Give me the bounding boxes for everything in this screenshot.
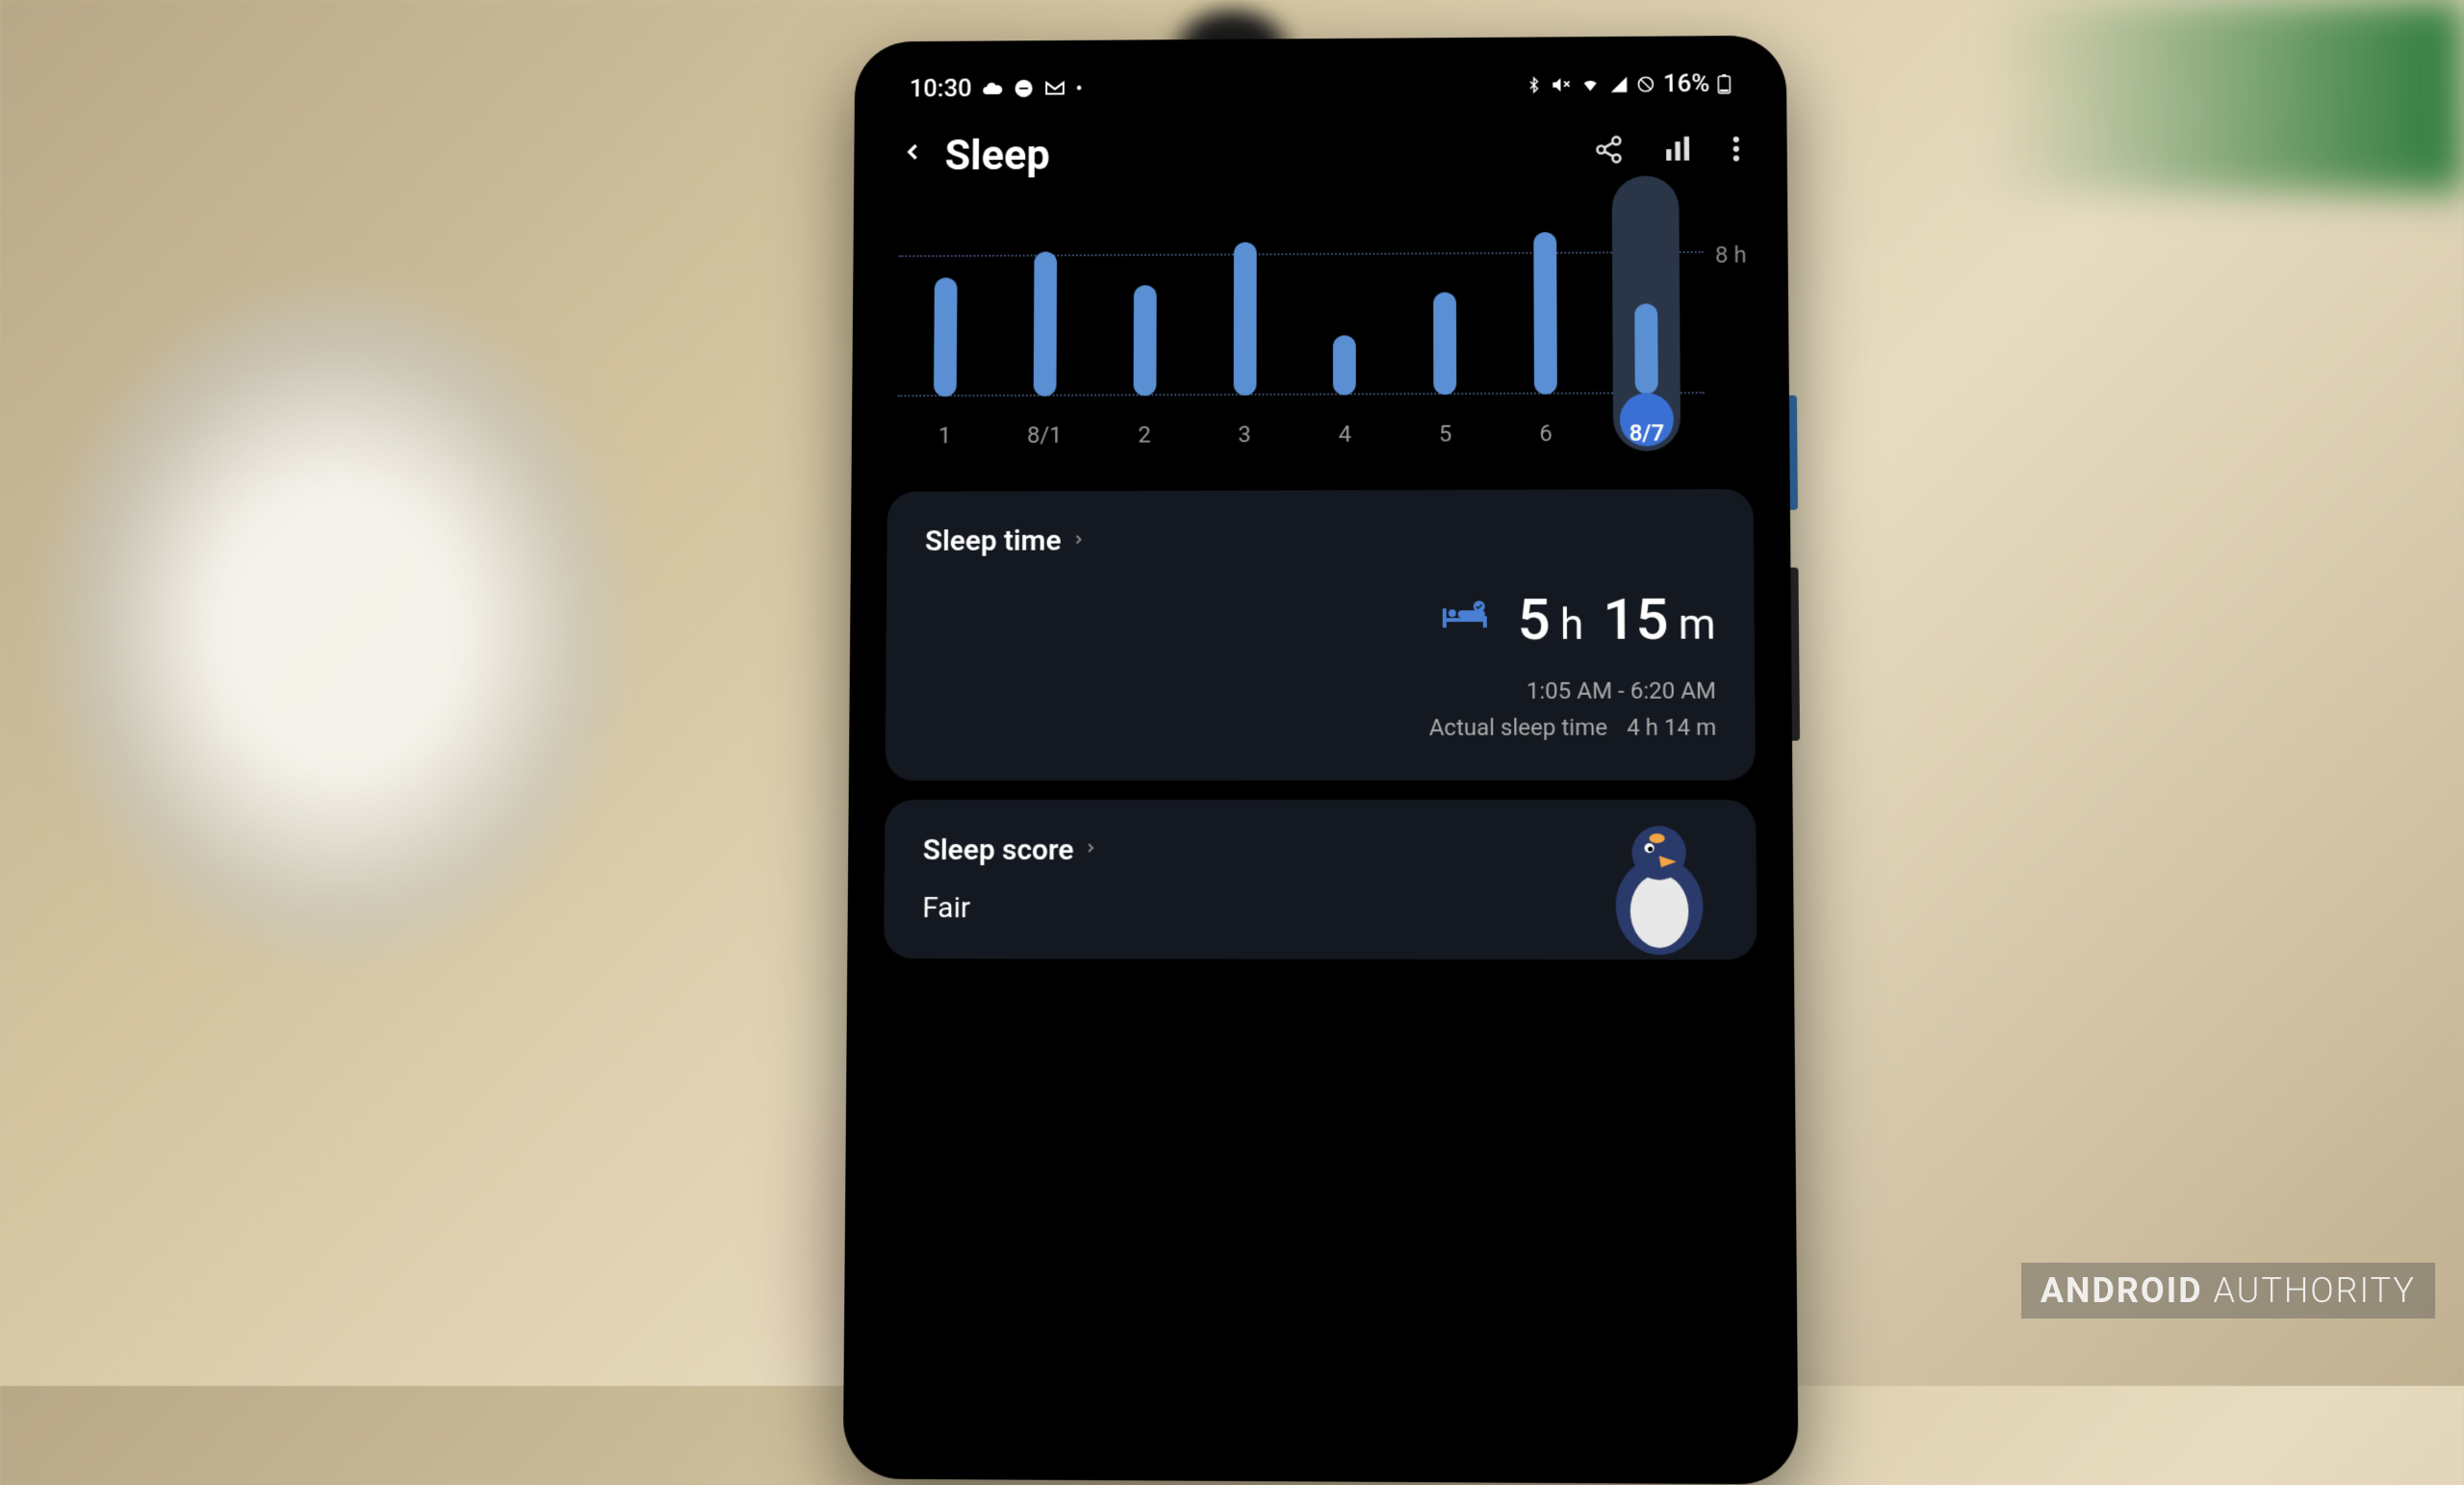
chart-x-label: 6 bbox=[1498, 420, 1594, 447]
gmail-icon bbox=[1043, 77, 1066, 100]
bluetooth-icon bbox=[1526, 75, 1543, 96]
chart-bar[interactable] bbox=[1034, 251, 1057, 396]
back-button[interactable] bbox=[899, 135, 926, 177]
sleep-score-rating: Fair bbox=[922, 891, 1717, 926]
more-notifications-icon: • bbox=[1076, 77, 1083, 99]
bed-icon bbox=[1441, 599, 1489, 641]
phone-screen: 10:30 • bbox=[860, 52, 1781, 1466]
chart-x-label: 2 bbox=[1096, 422, 1192, 448]
chart-bar[interactable] bbox=[1433, 293, 1456, 396]
volume-button bbox=[1790, 568, 1800, 741]
chart-y-label: 8 h bbox=[1715, 242, 1747, 269]
watermark-brand: ANDROID bbox=[2040, 1270, 2203, 1311]
sleep-time-header[interactable]: Sleep time bbox=[925, 523, 1715, 558]
chart-x-label: 5 bbox=[1398, 421, 1494, 448]
sleep-time-title: Sleep time bbox=[925, 525, 1062, 558]
battery-icon bbox=[1717, 73, 1731, 94]
battery-percent: 16% bbox=[1663, 69, 1710, 98]
chevron-right-icon bbox=[1083, 835, 1098, 864]
sleep-score-card: Sleep score Fair bbox=[884, 800, 1757, 960]
sleep-chart[interactable]: 8 h 1 8/1 2 3 4 5 bbox=[868, 203, 1772, 473]
chart-x-label: 8/1 bbox=[997, 422, 1092, 448]
chart-x-label: 4 bbox=[1297, 421, 1393, 448]
signal-icon bbox=[1609, 75, 1629, 94]
sleep-hours-unit: h bbox=[1560, 600, 1584, 650]
no-sim-icon bbox=[1636, 75, 1656, 94]
power-button bbox=[1789, 396, 1798, 510]
sleep-score-title: Sleep score bbox=[923, 833, 1074, 867]
chart-bar[interactable] bbox=[1333, 335, 1356, 395]
sleep-minutes-unit: m bbox=[1679, 600, 1716, 650]
mute-icon bbox=[1551, 74, 1572, 95]
chart-x-label: 1 bbox=[897, 422, 992, 448]
sleep-range: 1:05 AM - 6:20 AM bbox=[924, 673, 1716, 710]
watermark: ANDROID AUTHORITY bbox=[2021, 1263, 2435, 1319]
chart-bar-selected[interactable] bbox=[1634, 303, 1658, 394]
sleep-hours: 5 bbox=[1518, 585, 1551, 653]
more-options-icon[interactable] bbox=[1732, 134, 1741, 167]
penguin-illustration bbox=[1601, 819, 1718, 955]
watermark-brand-suffix: AUTHORITY bbox=[2213, 1270, 2416, 1311]
sleep-minutes: 15 bbox=[1603, 585, 1669, 653]
cloud-icon bbox=[981, 77, 1004, 99]
phone-frame: 10:30 • bbox=[843, 36, 1799, 1485]
page-title: Sleep bbox=[944, 131, 1049, 180]
status-bar: 10:30 • bbox=[871, 52, 1769, 113]
actual-sleep-value: 4 h 14 m bbox=[1627, 709, 1716, 747]
sleep-time-card: Sleep time 5 h 15 m 1:05 AM - 6:20 AM Ac… bbox=[886, 489, 1756, 781]
chart-x-label: 3 bbox=[1196, 421, 1292, 448]
chart-x-label-selected: 8/7 bbox=[1599, 420, 1695, 447]
wifi-icon bbox=[1579, 75, 1603, 94]
chart-bar[interactable] bbox=[1233, 243, 1256, 396]
chart-bar[interactable] bbox=[1533, 232, 1557, 395]
sleep-score-header[interactable]: Sleep score bbox=[923, 833, 1718, 867]
chevron-right-icon bbox=[1070, 526, 1086, 555]
chart-bar[interactable] bbox=[1133, 285, 1156, 396]
status-time: 10:30 bbox=[910, 75, 972, 104]
share-icon[interactable] bbox=[1593, 135, 1624, 168]
dnd-icon bbox=[1014, 78, 1035, 99]
stats-icon[interactable] bbox=[1662, 134, 1693, 168]
actual-sleep-label: Actual sleep time bbox=[1429, 709, 1607, 747]
chart-bar[interactable] bbox=[934, 277, 957, 397]
